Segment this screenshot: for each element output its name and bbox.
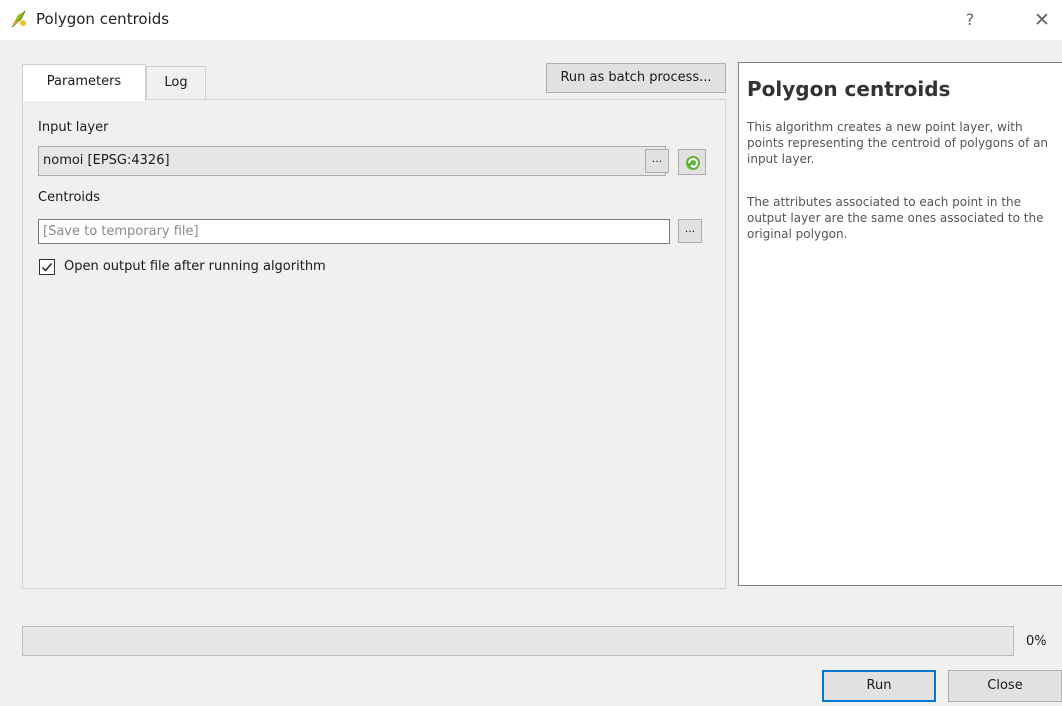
- run-button[interactable]: Run: [822, 670, 936, 702]
- iterate-button[interactable]: [678, 149, 706, 175]
- open-output-label: Open output file after running algorithm: [64, 259, 326, 274]
- input-layer-browse-button[interactable]: ...: [645, 149, 669, 173]
- centroids-browse-button[interactable]: ...: [678, 219, 702, 243]
- close-button[interactable]: Close: [948, 670, 1062, 702]
- qgis-logo-icon: [9, 9, 29, 29]
- help-title: Polygon centroids: [747, 77, 951, 101]
- tab-log[interactable]: Log: [146, 66, 206, 100]
- run-as-batch-button[interactable]: Run as batch process...: [546, 63, 726, 93]
- help-attributes-note: The attributes associated to each point …: [747, 195, 1044, 241]
- centroids-label: Centroids: [38, 190, 101, 205]
- open-output-checkbox[interactable]: [39, 259, 55, 275]
- window-title: Polygon centroids: [36, 10, 170, 28]
- check-icon: [41, 263, 53, 272]
- title-bar: Polygon centroids ? ✕: [0, 0, 1062, 40]
- close-window-button[interactable]: ✕: [1030, 8, 1054, 32]
- progress-percentage: 0%: [1026, 634, 1047, 649]
- centroids-output-input[interactable]: [38, 219, 670, 244]
- help-panel: Polygon centroids This algorithm creates…: [738, 62, 1062, 586]
- progress-bar: [22, 626, 1014, 656]
- input-layer-combobox[interactable]: nomoi [EPSG:4326] ▼: [38, 146, 666, 176]
- tab-parameters[interactable]: Parameters: [22, 64, 146, 101]
- help-button[interactable]: ?: [958, 8, 982, 32]
- input-layer-label: Input layer: [38, 120, 109, 135]
- help-description: This algorithm creates a new point layer…: [747, 120, 1049, 166]
- input-layer-value: nomoi [EPSG:4326]: [43, 153, 170, 168]
